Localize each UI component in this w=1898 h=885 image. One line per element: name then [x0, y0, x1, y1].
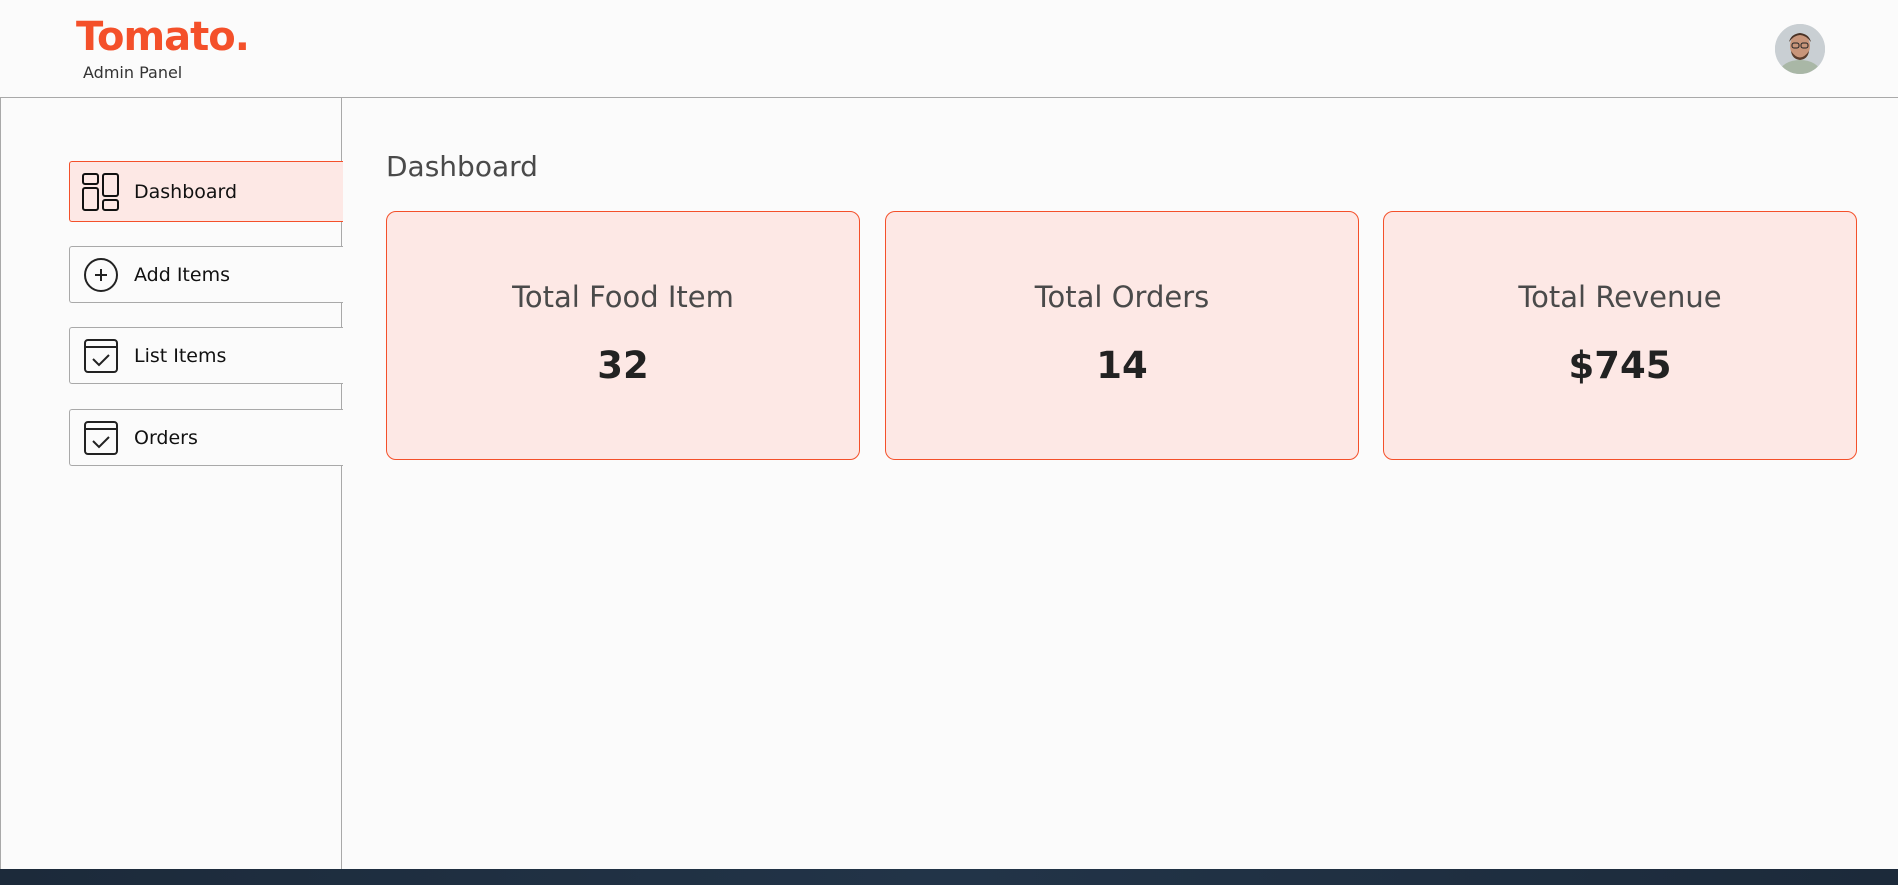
sidebar-item-label: Dashboard: [134, 180, 238, 203]
card-title: Total Food Item: [512, 280, 734, 314]
sidebar-item-label: Add Items: [134, 263, 230, 286]
card-value: 32: [597, 344, 649, 387]
card-value: $745: [1568, 344, 1672, 387]
user-avatar-icon[interactable]: [1775, 24, 1825, 74]
card-title: Total Orders: [1034, 280, 1210, 314]
card-value: 14: [1096, 344, 1148, 387]
os-taskbar: [0, 869, 1898, 885]
top-header: Tomato. Admin Panel: [0, 0, 1898, 98]
sidebar-item-list-items[interactable]: List Items: [69, 327, 343, 384]
sidebar-item-label: Orders: [134, 426, 198, 449]
orders-icon: [82, 419, 120, 457]
dashboard-icon: [82, 172, 120, 211]
stat-card-orders: Total Orders 14: [885, 211, 1359, 460]
sidebar-item-label: List Items: [134, 344, 227, 367]
stat-card-revenue: Total Revenue $745: [1383, 211, 1857, 460]
page-title: Dashboard: [386, 150, 538, 183]
admin-panel-subtitle: Admin Panel: [83, 63, 183, 82]
card-title: Total Revenue: [1518, 280, 1722, 314]
main-content: Dashboard Total Food Item 32 Total Order…: [342, 98, 1898, 870]
stat-card-food-items: Total Food Item 32: [386, 211, 860, 460]
sidebar-item-add-items[interactable]: Add Items: [69, 246, 343, 303]
brand-logo[interactable]: Tomato.: [76, 14, 250, 60]
sidebar-item-dashboard[interactable]: Dashboard: [69, 161, 343, 222]
add-circle-icon: [82, 256, 120, 294]
sidebar: Dashboard Add Items List Items Orders: [0, 98, 343, 870]
sidebar-item-orders[interactable]: Orders: [69, 409, 343, 466]
checklist-icon: [82, 337, 120, 375]
